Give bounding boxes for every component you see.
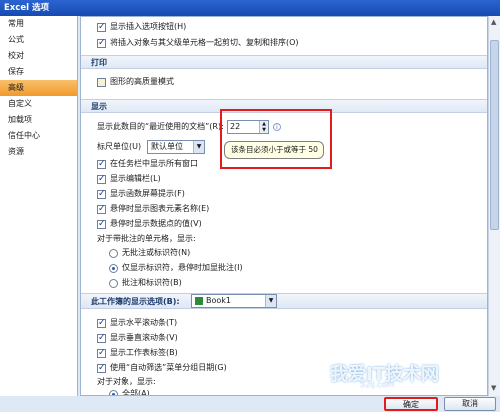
radio-button[interactable] [109,263,118,273]
sidebar-item-common[interactable]: 常用 [0,16,77,32]
sidebar-item-resources[interactable]: 资源 [0,144,77,160]
option-label: 将插入对象与其父级单元格一起剪切、复制和排序(O) [110,38,299,47]
section-header-print: 打印 [81,55,487,69]
vertical-scrollbar[interactable]: ▲ ▼ [488,16,500,396]
option-row[interactable]: 使用“自动筛选”菜单分组日期(G) [97,362,227,374]
radio-row[interactable]: 无批注或标识符(N) [109,247,190,259]
workbook-select[interactable]: Book1 ▼ [191,294,277,308]
sidebar-item-trust-center[interactable]: 信任中心 [0,128,77,144]
ruler-units-value: 默认单位 [151,142,183,151]
option-label: 显示垂直滚动条(V) [110,333,178,342]
radio-button[interactable] [109,278,118,288]
checkbox[interactable] [97,203,106,215]
checkbox[interactable] [97,347,106,359]
option-row[interactable]: 在任务栏中显示所有窗口 [97,158,198,170]
option-row[interactable]: 悬停时显示图表元素名称(E) [97,203,209,215]
option-label: 显示编辑栏(L) [110,174,161,183]
radio-row[interactable]: 仅显示标识符，悬停时加显批注(I) [109,262,243,274]
option-row[interactable]: 显示编辑栏(L) [97,173,161,185]
option-label: 显示插入选项按钮(H) [110,22,187,31]
checkbox[interactable] [97,218,106,230]
ok-button[interactable]: 确定 [384,397,438,411]
ruler-units-label: 标尺单位(U) [97,142,142,151]
scrollbar-thumb[interactable] [490,40,499,230]
option-label: 使用“自动筛选”菜单分组日期(G) [110,363,227,372]
option-label: 在任务栏中显示所有窗口 [110,159,198,168]
option-row[interactable]: 图形的高质量模式 [97,76,174,88]
objects-label: 对于对象，显示: [97,377,156,386]
option-label: 显示工作表标签(B) [110,348,178,357]
radio-label: 全部(A) [122,389,150,396]
option-row[interactable]: 将插入对象与其父级单元格一起剪切、复制和排序(O) [97,37,299,49]
cancel-button[interactable]: 取消 [444,397,496,411]
sidebar-item-proofing[interactable]: 校对 [0,48,77,64]
checkbox[interactable] [97,332,106,344]
option-label: 图形的高质量模式 [110,77,174,86]
section-title: 此工作簿的显示选项(B): [91,297,180,306]
chevron-down-icon[interactable]: ▼ [193,141,204,153]
section-header-workbook: 此工作簿的显示选项(B): [81,293,487,309]
radio-label: 无批注或标识符(N) [122,248,191,257]
option-row[interactable]: 显示垂直滚动条(V) [97,332,178,344]
checkbox[interactable] [97,362,106,374]
checkbox[interactable] [97,317,106,329]
sidebar-item-addins[interactable]: 加载项 [0,112,77,128]
ruler-units-select[interactable]: 默认单位 ▼ [147,140,205,154]
comment-group-label: 对于带批注的单元格，显示: [97,234,196,243]
radio-label: 批注和标识符(B) [122,278,182,287]
option-row[interactable]: 显示插入选项按钮(H) [97,21,186,33]
radio-row[interactable]: 全部(A) [109,388,150,396]
option-label: 悬停时显示数据点的值(V) [110,219,202,228]
scroll-down-icon[interactable]: ▼ [491,384,496,392]
option-label: 显示函数屏幕提示(F) [110,189,185,198]
option-row[interactable]: 悬停时显示数据点的值(V) [97,218,202,230]
checkbox[interactable] [97,21,106,33]
chevron-down-icon[interactable]: ▼ [265,295,276,307]
option-row[interactable]: 显示工作表标签(B) [97,347,178,359]
checkbox[interactable] [97,158,106,170]
workbook-name: Book1 [206,296,231,305]
checkbox[interactable] [97,188,106,200]
checkbox[interactable] [97,37,106,49]
window-title: Excel 选项 [0,0,500,16]
recent-docs-label: 显示此数目的“最近使用的文档”(R): [97,122,224,131]
radio-button[interactable] [109,248,118,258]
scroll-up-icon[interactable]: ▲ [491,18,496,26]
annotation-highlight-box [220,109,332,169]
option-label: 显示水平滚动条(T) [110,318,178,327]
checkbox[interactable] [97,77,106,87]
sidebar: 常用 公式 校对 保存 高级 自定义 加载项 信任中心 资源 [0,16,78,412]
sidebar-item-advanced[interactable]: 高级 [0,80,77,96]
workbook-icon [195,296,203,305]
options-panel: 显示插入选项按钮(H) 将插入对象与其父级单元格一起剪切、复制和排序(O) 打印… [80,16,488,396]
option-row[interactable]: 显示水平滚动条(T) [97,317,177,329]
radio-row[interactable]: 批注和标识符(B) [109,277,182,289]
option-row[interactable]: 显示函数屏幕提示(F) [97,188,185,200]
sidebar-item-save[interactable]: 保存 [0,64,77,80]
option-label: 悬停时显示图表元素名称(E) [110,204,210,213]
sidebar-item-formulas[interactable]: 公式 [0,32,77,48]
sidebar-item-customize[interactable]: 自定义 [0,96,77,112]
checkbox[interactable] [97,173,106,185]
radio-label: 仅显示标识符，悬停时加显批注(I) [122,263,243,272]
